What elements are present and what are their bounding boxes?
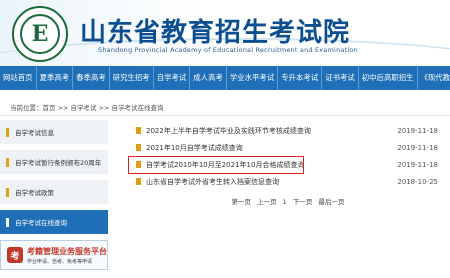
first-page-link[interactable]: 第一页 — [232, 198, 252, 206]
list-item-date: 2019-11-18 — [397, 160, 438, 169]
list-item[interactable]: 山东省自学考试外省考生转入档案信息查询 2018-10-25 — [130, 173, 446, 190]
sidebar-item-label: 自学考试暂行条例颁布20周年 — [15, 159, 102, 167]
sidebar-item-label: 自学考试信息 — [15, 129, 54, 137]
nav-certificate-exam[interactable]: 证书考试 — [322, 66, 359, 90]
nav-summer-exam[interactable]: 夏季高考 — [37, 66, 74, 90]
bullet-icon — [6, 127, 9, 137]
next-page-link[interactable]: 下一页 — [293, 198, 313, 206]
list-item[interactable]: 自学考试2010年10月至2021年10月合格成绩查询 2019-11-18 — [128, 156, 446, 174]
list-item-date: 2019-11-18 — [397, 126, 438, 135]
highlight-box — [128, 156, 304, 174]
list-item[interactable]: 2022年上半年自学考试毕业及实践环节考核成绩查询 2019-11-18 — [130, 122, 446, 139]
sidebar-item-info[interactable]: 自学考试信息 — [0, 120, 108, 144]
bullet-icon — [6, 217, 9, 227]
bullet-icon — [136, 178, 141, 185]
site-title: 山东省教育招生考试院 — [80, 18, 351, 48]
service-subtitle: 毕业申请、自考、免考等申请 — [27, 258, 93, 265]
nav-modern-education[interactable]: 《现代教育》 — [418, 66, 450, 90]
list-item-date: 2018-10-25 — [397, 177, 438, 186]
nav-adult-exam[interactable]: 成人高考 — [190, 66, 227, 90]
prev-page-link[interactable]: 上一页 — [257, 198, 277, 206]
list-item-title[interactable]: 2022年上半年自学考试毕业及实践环节考核成绩查询 — [146, 126, 311, 136]
sidebar-item-anniversary[interactable]: 自学考试暂行条例颁布20周年 — [0, 150, 108, 174]
breadcrumb: 当前位置：首页 >> 自学考试 >> 自学考试在线查询 — [0, 100, 450, 116]
pagination: 第一页 上一页 1 下一页 最后一页 — [130, 196, 446, 206]
page-number[interactable]: 1 — [283, 198, 287, 206]
nav-upgrade-exam[interactable]: 专升本考试 — [278, 66, 323, 90]
list-item-title[interactable]: 山东省自学考试外省考生转入档案信息查询 — [146, 177, 279, 187]
nav-graduate-exam[interactable]: 研究生招考 — [110, 66, 154, 90]
site-header: E 山东省教育招生考试院 Shandong Provincial Academy… — [0, 0, 450, 66]
list-item-title[interactable]: 2021年10月自学考试成绩查询 — [146, 143, 243, 153]
nav-self-study-exam[interactable]: 自学考试 — [154, 66, 191, 90]
exam-icon: 考 — [7, 247, 23, 263]
nav-spring-exam[interactable]: 春季高考 — [73, 66, 110, 90]
nav-home[interactable]: 网站首页 — [0, 66, 37, 90]
site-logo[interactable]: E — [12, 6, 68, 62]
nav-vocational-enrollment[interactable]: 初中后高职招生 — [359, 66, 418, 90]
service-platform-banner[interactable]: 考 考籍管理业务服务平台 毕业申请、自考、免考等申请 — [0, 240, 108, 270]
bullet-icon — [136, 144, 141, 151]
service-title: 考籍管理业务服务平台 — [27, 246, 107, 256]
last-page-link[interactable]: 最后一页 — [318, 198, 344, 206]
site-subtitle: Shandong Provincial Academy of Education… — [98, 46, 358, 54]
sidebar-item-online-query[interactable]: 自学考试在线查询 — [0, 210, 108, 234]
sidebar-item-label: 自学考试在线查询 — [15, 219, 67, 227]
list-item-date: 2019-11-18 — [397, 143, 438, 152]
logo-emblem: E — [20, 14, 60, 54]
query-list: 2022年上半年自学考试毕业及实践环节考核成绩查询 2019-11-18 202… — [128, 122, 446, 206]
bullet-icon — [6, 187, 9, 197]
list-item[interactable]: 2021年10月自学考试成绩查询 2019-11-18 — [130, 139, 446, 156]
main-nav: 网站首页 夏季高考 春季高考 研究生招考 自学考试 成人高考 学业水平考试 专升… — [0, 66, 450, 90]
bullet-icon — [136, 127, 141, 134]
sidebar-item-policy[interactable]: 自学考试政策 — [0, 180, 108, 204]
bullet-icon — [6, 157, 9, 167]
nav-proficiency-exam[interactable]: 学业水平考试 — [227, 66, 279, 90]
sidebar-item-label: 自学考试政策 — [15, 189, 54, 197]
